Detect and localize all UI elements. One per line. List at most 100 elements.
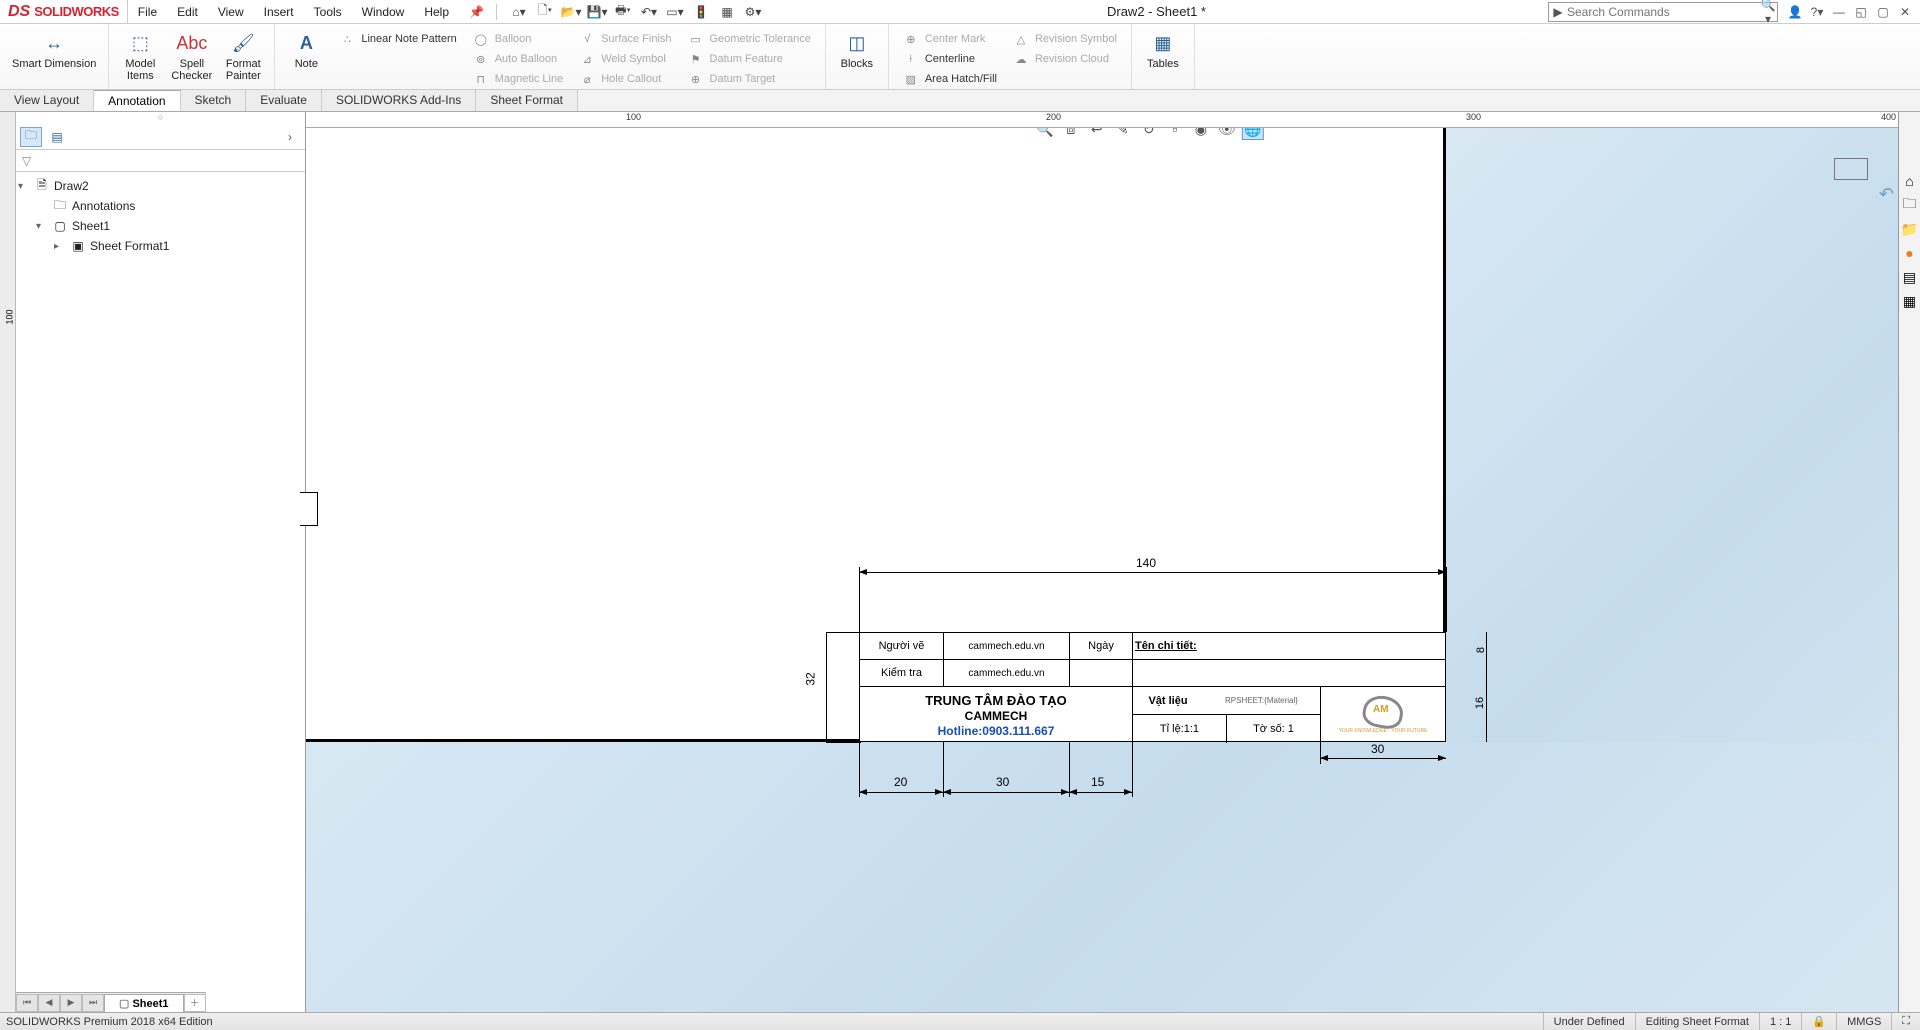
spell-checker-button[interactable]: Abc Spell Checker — [165, 28, 218, 84]
center-mark-button[interactable]: ⊕Center Mark — [899, 30, 1001, 48]
help-icon[interactable]: ?▾ — [1808, 3, 1826, 21]
taskpane-home-icon[interactable]: ⌂ — [1901, 172, 1919, 190]
tree-node-annotations[interactable]: 🗀 Annotations — [18, 196, 303, 216]
tab-addins[interactable]: SOLIDWORKS Add-Ins — [322, 90, 476, 111]
save-icon[interactable]: 💾▾ — [585, 2, 609, 22]
tree-node-root[interactable]: ▾ 🗎 Draw2 — [18, 176, 303, 196]
taskpane-custom-props-icon[interactable]: ▦ — [1901, 292, 1919, 310]
status-units[interactable]: MMGS — [1836, 1013, 1891, 1030]
surface-finish-button[interactable]: √Surface Finish — [575, 30, 675, 48]
menu-help[interactable]: Help — [414, 5, 459, 19]
magnetic-line-button[interactable]: ⊓Magnetic Line — [469, 70, 568, 88]
search-input[interactable] — [1567, 5, 1759, 19]
tree-filter[interactable]: ▽ — [16, 150, 305, 172]
center-mark-label: Center Mark — [925, 33, 986, 45]
format-painter-button[interactable]: 🖌 Format Painter — [218, 28, 268, 84]
tree-node-sheet[interactable]: ▾ ▢ Sheet1 — [18, 216, 303, 236]
tb-logo-cell: AM YOUR KNOWLEDGE - YOUR FUTURE — [1321, 687, 1445, 743]
tab-annotation[interactable]: Annotation — [94, 90, 180, 111]
tb-kiem-tra-label: Kiểm tra — [860, 660, 944, 686]
revision-cloud-button[interactable]: ☁Revision Cloud — [1009, 50, 1121, 68]
user-icon[interactable]: 👤 — [1786, 3, 1804, 21]
status-lock-icon[interactable]: 🔒 — [1801, 1013, 1836, 1030]
tree-expand-icon[interactable]: › — [279, 127, 301, 147]
revision-symbol-button[interactable]: △Revision Symbol — [1009, 30, 1121, 48]
dim-value: 140 — [1136, 556, 1156, 570]
auto-balloon-label: Auto Balloon — [495, 53, 557, 65]
model-items-button[interactable]: ⬚ Model Items — [115, 28, 165, 84]
options-icon[interactable]: ⚙▾ — [741, 2, 765, 22]
status-edition: SOLIDWORKS Premium 2018 x64 Edition — [0, 1016, 1543, 1028]
linear-note-pattern-button[interactable]: ∴Linear Note Pattern — [335, 30, 460, 48]
datum-target-button[interactable]: ⊕Datum Target — [684, 70, 815, 88]
auto-balloon-button[interactable]: ⊚Auto Balloon — [469, 50, 568, 68]
tree-twisty-icon[interactable]: ▾ — [36, 221, 48, 232]
blocks-button[interactable]: ◫ Blocks — [832, 28, 882, 72]
menu-view[interactable]: View — [208, 5, 254, 19]
graphics-area[interactable]: 100 200 300 400 🔍 ⧈ ↩ ✎ ↻ ▫ ◉ 👁 🌐 ◫ ▥ — … — [306, 112, 1898, 1012]
main-area: 100 ○ 🗀 ▤ › ▽ ▾ 🗎 Draw2 🗀 Annotations — [0, 112, 1920, 1012]
select-icon[interactable]: ▭▾ — [663, 2, 687, 22]
home-icon[interactable]: ⌂▾ — [507, 2, 531, 22]
sheet-first-icon[interactable]: ⏮ — [16, 994, 38, 1012]
menu-insert[interactable]: Insert — [254, 5, 304, 19]
search-run-icon[interactable]: ▶ — [1549, 5, 1567, 19]
file-props-icon[interactable]: ▦ — [715, 2, 739, 22]
sheet-prev-icon[interactable]: ◀ — [38, 994, 60, 1012]
model-items-label: Model Items — [125, 58, 155, 82]
new-doc-icon[interactable]: 🗋▾ — [533, 2, 557, 22]
taskpane-appearances-icon[interactable]: ▤ — [1901, 268, 1919, 286]
surface-finish-icon: √ — [579, 33, 595, 45]
menu-file[interactable]: File — [128, 5, 167, 19]
sheet-next-icon[interactable]: ▶ — [60, 994, 82, 1012]
taskpane-design-library-icon[interactable]: 🗀 — [1901, 196, 1919, 214]
maximize-icon[interactable]: ▢ — [1874, 3, 1892, 21]
menu-edit[interactable]: Edit — [167, 5, 208, 19]
balloon-button[interactable]: ◯Balloon — [469, 30, 568, 48]
minimize-icon[interactable]: — — [1830, 3, 1848, 21]
smart-dimension-button[interactable]: ↔ Smart Dimension — [6, 28, 102, 72]
search-icon[interactable]: 🔍▾ — [1759, 0, 1777, 26]
hole-callout-button[interactable]: ⌀Hole Callout — [575, 70, 675, 88]
tab-sheet-format[interactable]: Sheet Format — [476, 90, 578, 111]
undo-icon[interactable]: ↶▾ — [637, 2, 661, 22]
menu-tools[interactable]: Tools — [304, 5, 352, 19]
tree-tab-property-icon[interactable]: ▤ — [46, 127, 68, 147]
sheet-last-icon[interactable]: ⏭ — [82, 994, 104, 1012]
taskpane-view-palette-icon[interactable]: ● — [1901, 244, 1919, 262]
close-icon[interactable]: ✕ — [1896, 3, 1914, 21]
tree-node-sheet-format[interactable]: ▸ ▣ Sheet Format1 — [18, 236, 303, 256]
tab-sketch[interactable]: Sketch — [181, 90, 247, 111]
centerline-button[interactable]: ⟊Centerline — [899, 50, 1001, 68]
area-hatch-button[interactable]: ▨Area Hatch/Fill — [899, 70, 1001, 88]
tables-button[interactable]: ▦ Tables — [1138, 28, 1188, 72]
title-block[interactable]: Người vẽ cammech.edu.vn Ngày Tên chi tiế… — [859, 632, 1446, 742]
tree-tab-feature-icon[interactable]: 🗀 — [20, 127, 42, 147]
company-logo-icon: AM — [1363, 696, 1403, 728]
geometric-tolerance-button[interactable]: ▭Geometric Tolerance — [684, 30, 815, 48]
print-icon[interactable]: 🖶▾ — [611, 2, 635, 22]
open-doc-icon[interactable]: 📂▾ — [559, 2, 583, 22]
pin-icon[interactable]: 📌 — [459, 5, 494, 19]
restore-icon[interactable]: ◱ — [1852, 3, 1870, 21]
spell-icon: Abc — [176, 30, 207, 56]
menu-window[interactable]: Window — [352, 5, 415, 19]
tree-twisty-icon[interactable]: ▾ — [18, 181, 30, 192]
search-commands[interactable]: ▶ 🔍▾ — [1548, 2, 1778, 22]
note-button[interactable]: A Note — [281, 28, 331, 72]
tb-hotline: Hotline:0903.111.667 — [938, 724, 1055, 738]
tb-ti-le: Tỉ lệ:1:1 — [1133, 715, 1227, 743]
rebuild-icon[interactable]: 🚦 — [689, 2, 713, 22]
tree-root-label: Draw2 — [54, 179, 89, 193]
tab-view-layout[interactable]: View Layout — [0, 90, 94, 111]
undo-arrow-icon[interactable]: ↶ — [1879, 184, 1894, 205]
datum-feature-button[interactable]: ⚑Datum Feature — [684, 50, 815, 68]
status-fullscreen-icon[interactable]: ⛶ — [1891, 1013, 1920, 1030]
add-sheet-icon[interactable]: ＋ — [184, 994, 206, 1012]
status-scale[interactable]: 1 : 1 — [1759, 1013, 1801, 1030]
sheet-tab-sheet1[interactable]: ▢ Sheet1 — [104, 994, 184, 1012]
tab-evaluate[interactable]: Evaluate — [246, 90, 322, 111]
tree-twisty-icon[interactable]: ▸ — [54, 241, 66, 252]
taskpane-file-explorer-icon[interactable]: 📁 — [1901, 220, 1919, 238]
weld-symbol-button[interactable]: ⊿Weld Symbol — [575, 50, 675, 68]
